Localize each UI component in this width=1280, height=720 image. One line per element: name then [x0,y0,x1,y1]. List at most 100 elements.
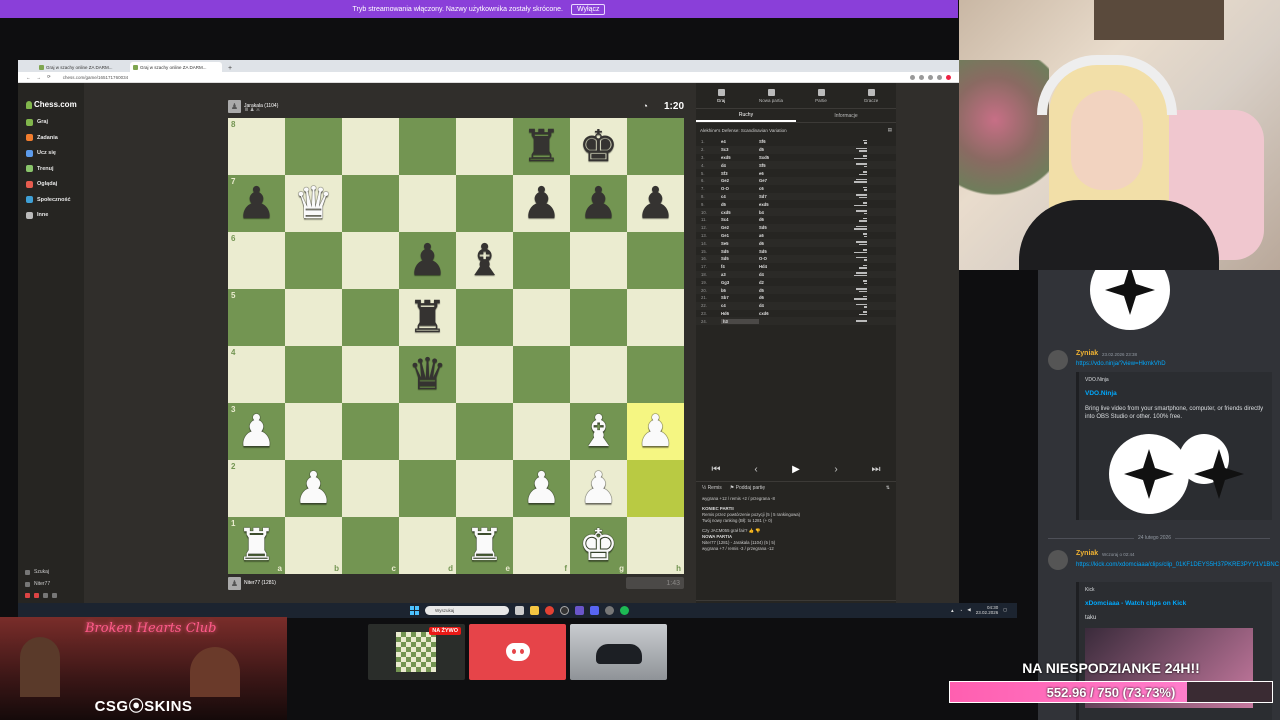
profile-icon[interactable] [946,74,951,80]
square-f6[interactable] [513,232,570,289]
extension-icon[interactable] [937,74,942,80]
black-king-piece[interactable]: ♚ [579,124,618,169]
tray-chevron-icon[interactable]: ▲ [950,608,954,613]
player-avatar[interactable]: ♟ [228,576,241,590]
file-explorer-icon[interactable] [530,606,539,615]
white-move[interactable]: Hd6 [721,311,759,316]
white-pawn-piece[interactable]: ♟ [294,466,333,511]
square-f3[interactable] [513,403,570,460]
chesscom-logo[interactable]: Chess.com [26,100,77,109]
square-c7[interactable] [342,175,399,232]
square-d7[interactable] [399,175,456,232]
square-f2[interactable]: ♟ [513,460,570,517]
white-move[interactable]: Sc3 [721,147,759,152]
white-move[interactable]: Sc4 [721,217,759,222]
black-pawn-piece[interactable]: ♟ [579,181,618,226]
thumbs-down-icon[interactable]: 👎 [755,528,760,533]
avatar[interactable] [1048,550,1068,570]
square-d3[interactable] [399,403,456,460]
square-b5[interactable] [285,289,342,346]
friends-icon[interactable] [34,593,39,598]
white-bishop-piece[interactable]: ♝ [579,409,618,454]
square-e6[interactable]: ♝ [456,232,513,289]
square-a8[interactable]: 8 [228,118,285,175]
chess-board[interactable]: 8 ♜ ♚ 7 ♟ ♛ ♟ ♟ ♟ 6 ♟ ♝ 5 ♜ 4 ♛ 3 ♟ ♝ ♟ 2 ♟ ♟ ♟ 1 a ♜ b c d e ♜ f g ♚ h [228,118,684,574]
square-h8[interactable] [627,118,684,175]
play-icon[interactable]: ▶ [778,461,814,477]
square-f5[interactable] [513,289,570,346]
square-a3[interactable]: 3 ♟ [228,403,285,460]
white-move[interactable]: O-O [721,186,759,191]
square-e4[interactable] [456,346,513,403]
back-icon[interactable]: ← [26,75,31,80]
wifi-icon[interactable]: ◔ [960,608,963,613]
tab-new-game[interactable]: Nowa partia [746,83,796,108]
square-h1[interactable]: h [627,517,684,574]
black-pawn-piece[interactable]: ♟ [237,181,276,226]
square-g6[interactable] [570,232,627,289]
settings-icon[interactable] [52,593,57,598]
black-move[interactable]: exd5 [759,202,849,207]
clock[interactable]: 04:30 23.02.2026 [976,605,999,615]
black-move[interactable]: b4 [759,210,849,215]
message-author[interactable]: Zyniak [1076,550,1098,557]
black-move[interactable]: Ge7 [759,178,849,183]
square-h5[interactable] [627,289,684,346]
forward-icon[interactable]: → [37,75,42,80]
browser-tab-active[interactable]: Graj w szachy online ZA DARM... [130,62,222,72]
square-h3[interactable]: ♟ [627,403,684,460]
white-move[interactable]: cxd5 [721,210,759,215]
black-move[interactable]: d4 [759,272,849,277]
black-move[interactable]: cxd6 [759,311,849,316]
black-move[interactable]: Hd4 [759,264,849,269]
white-queen-piece[interactable]: ♛ [294,181,333,226]
square-h7[interactable]: ♟ [627,175,684,232]
extension-icon[interactable] [919,74,924,80]
square-h2[interactable] [627,460,684,517]
black-queen-piece[interactable]: ♛ [408,352,447,397]
embed-title[interactable]: VDO.Ninja [1085,390,1117,397]
white-move[interactable]: f4 [721,264,759,269]
app-icon[interactable] [605,606,614,615]
opponent-avatar[interactable]: ♟ [228,99,241,113]
square-h6[interactable] [627,232,684,289]
white-king-piece[interactable]: ♚ [579,523,618,568]
sidebar-item-4[interactable]: Oglądaj [26,180,71,189]
black-rook-piece[interactable]: ♜ [408,295,447,340]
disable-streamer-mode-button[interactable]: Wyłącz [570,3,606,15]
bell-icon[interactable] [43,593,48,598]
subtab-info[interactable]: Informacje [796,109,896,122]
message-author[interactable]: Zyniak [1076,350,1098,357]
avatar[interactable] [1048,350,1068,370]
sidebar-item-2[interactable]: Ucz się [26,149,71,158]
square-b1[interactable]: b [285,517,342,574]
square-a1[interactable]: 1 a ♜ [228,517,285,574]
square-c1[interactable]: c [342,517,399,574]
square-d5[interactable]: ♜ [399,289,456,346]
white-move[interactable]: b5 [721,288,759,293]
black-move[interactable]: d2 [759,280,849,285]
square-g1[interactable]: g ♚ [570,517,627,574]
square-b6[interactable] [285,232,342,289]
square-g5[interactable] [570,289,627,346]
white-move[interactable]: d4 [721,163,759,168]
sidebar-search[interactable]: Szukaj [25,569,57,575]
black-move[interactable]: d4 [759,303,849,308]
square-d8[interactable] [399,118,456,175]
discord-window-preview[interactable] [469,624,566,680]
tab-games[interactable]: Partie [796,83,846,108]
white-move[interactable]: Sf3 [721,171,759,176]
embed-image[interactable] [1109,434,1189,514]
white-pawn-piece[interactable]: ♟ [636,409,675,454]
white-rook-piece[interactable]: ♜ [465,523,504,568]
chess-app-icon[interactable] [575,606,584,615]
square-c5[interactable] [342,289,399,346]
opening-name[interactable]: Alekhine's Defense: Scandinavian Variati… [700,128,787,133]
white-pawn-piece[interactable]: ♟ [522,466,561,511]
draw-button[interactable]: ½ Remis [702,485,722,491]
taskbar-search[interactable]: Wyszukaj [425,606,509,615]
square-e1[interactable]: e ♜ [456,517,513,574]
black-move[interactable]: O-O [759,256,849,261]
black-move[interactable]: Sd5 [759,225,849,230]
square-a4[interactable]: 4 [228,346,285,403]
